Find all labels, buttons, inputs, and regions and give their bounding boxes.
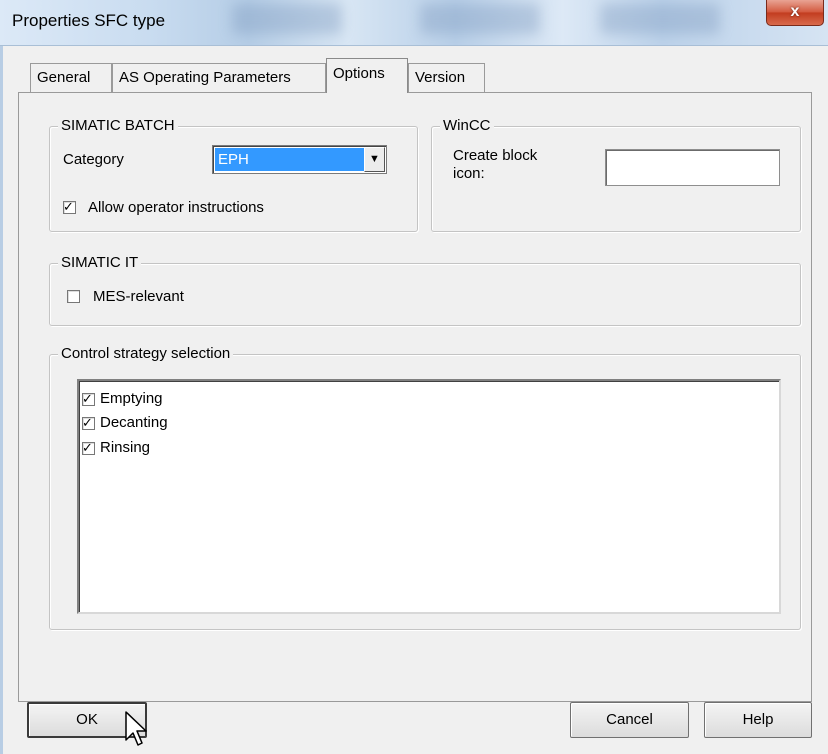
allow-operator-instructions-label: Allow operator instructions [88,199,264,216]
category-selected-value: EPH [215,148,364,171]
check-icon: ✓ [82,440,93,455]
mes-relevant-label: MES-relevant [93,288,184,305]
control-strategy-list[interactable]: ✓ Emptying ✓ Decanting ✓ Rinsing [77,379,781,614]
cancel-button[interactable]: Cancel [570,702,689,738]
check-icon: ✓ [63,199,74,214]
tab-label: Options [333,65,385,82]
wincc-group: WinCC Create block icon: [431,117,801,232]
control-strategy-selection-group: Control strategy selection ✓ Emptying ✓ … [49,345,801,630]
tab-label: General [37,69,91,86]
group-title: Control strategy selection [58,345,234,363]
close-button[interactable]: x [766,0,824,26]
title-bar[interactable]: Properties SFC type x [0,0,828,46]
create-block-icon-label: Create block [453,147,538,164]
tab-version[interactable]: Version [408,63,485,92]
list-item-label: Emptying [100,390,163,407]
title-bar-blur [600,4,720,34]
group-title: SIMATIC IT [58,254,142,272]
check-icon: ✓ [82,391,93,406]
tab-options[interactable]: Options [326,58,408,93]
decanting-checkbox[interactable]: ✓ [82,415,95,430]
check-icon: ✓ [82,415,93,430]
tab-as-operating-parameters[interactable]: AS Operating Parameters [112,63,326,92]
tab-label: Version [415,69,466,86]
help-button[interactable]: Help [704,702,812,738]
chevron-down-icon[interactable]: ▼ [364,147,385,172]
list-item-label: Rinsing [100,439,151,456]
emptying-checkbox[interactable]: ✓ [82,391,95,406]
group-title: SIMATIC BATCH [58,117,178,135]
title-bar-blur [232,4,342,34]
tab-label: AS Operating Parameters [119,69,291,86]
simatic-batch-group: SIMATIC BATCH Category EPH ▼ ✓ Allow ope… [49,117,418,232]
window-frame-left [0,46,3,754]
create-block-icon-label-line2: icon: [453,165,485,182]
category-combobox[interactable]: EPH ▼ [212,145,387,174]
title-bar-blur [420,4,540,34]
simatic-it-group: SIMATIC IT MES-relevant [49,254,801,326]
category-label: Category [63,151,124,168]
allow-operator-instructions-checkbox[interactable]: ✓ [63,199,76,214]
tab-general[interactable]: General [30,63,112,92]
window-title: Properties SFC type [12,11,166,30]
rinsing-checkbox[interactable]: ✓ [82,440,95,455]
list-item-label: Decanting [100,414,168,431]
close-icon: x [790,3,800,20]
mouse-cursor-icon [125,711,147,746]
mes-relevant-checkbox[interactable] [67,290,80,303]
group-title: WinCC [440,117,494,135]
create-block-icon-input[interactable] [605,149,780,186]
options-tab-panel: SIMATIC BATCH Category EPH ▼ ✓ Allow ope… [18,92,812,702]
